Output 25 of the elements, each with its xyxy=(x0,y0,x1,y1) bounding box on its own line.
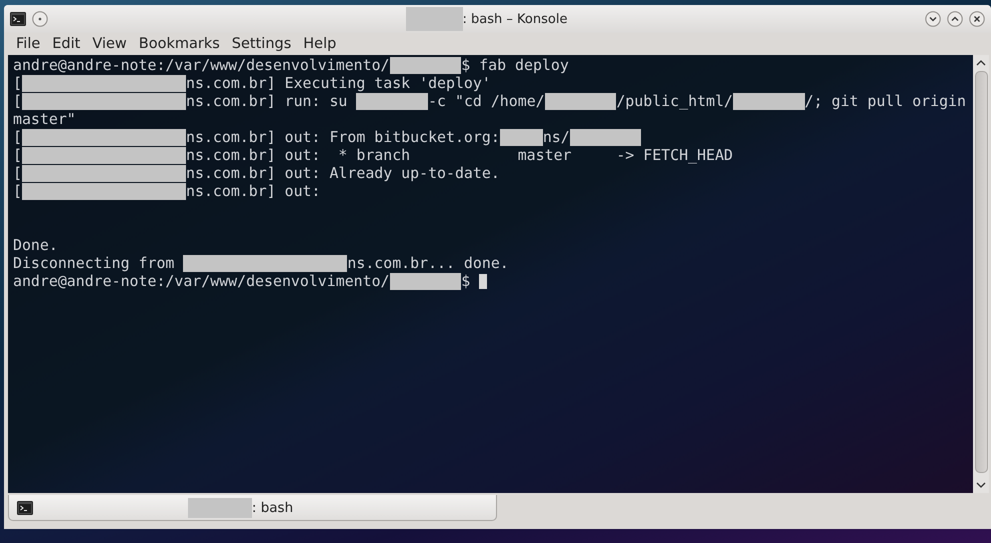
maximize-button[interactable] xyxy=(947,11,963,27)
terminal-line: Disconnecting from ns.com.br... done. xyxy=(13,254,509,272)
menu-item[interactable]: View xyxy=(86,36,133,52)
minimize-button[interactable] xyxy=(925,11,941,27)
terminal-line: [ ns.com.br] run: su -c "cd /home/ /public_html/ /; git pull origin xyxy=(13,92,966,110)
scrollbar[interactable] xyxy=(973,55,989,493)
terminal-line: andre@andre-note:/var/www/desenvolvimento/ $ fab deploy xyxy=(13,56,569,74)
terminal-line: andre@andre-note:/var/www/desenvolvimento/ $ xyxy=(13,272,472,290)
terminal-line: [ ns.com.br] out: * branch master -> FETCH_HEAD xyxy=(13,146,733,164)
terminal-line: [ ns.com.br] Executing task 'deploy' xyxy=(13,74,491,92)
menu-item[interactable]: Edit xyxy=(46,36,86,52)
terminal-line: master" xyxy=(13,110,76,128)
tab[interactable]: : bash xyxy=(8,495,497,521)
close-button[interactable] xyxy=(969,11,985,27)
menu-item[interactable]: File xyxy=(10,36,46,52)
terminal-line: [ ns.com.br] out: Already up-to-date. xyxy=(13,164,500,182)
terminal-line: Done. xyxy=(13,236,58,254)
menu-item[interactable]: Settings xyxy=(226,36,298,52)
menu-item[interactable]: Help xyxy=(297,36,342,52)
terminal-icon xyxy=(10,12,26,26)
terminal-line: [ ns.com.br] out: From bitbucket.org: ns/ xyxy=(13,128,642,146)
menu-item[interactable]: Bookmarks xyxy=(132,36,226,52)
terminal-icon xyxy=(17,500,33,514)
window-title: : bash – Konsole xyxy=(462,12,568,26)
menu-button[interactable] xyxy=(32,11,48,27)
